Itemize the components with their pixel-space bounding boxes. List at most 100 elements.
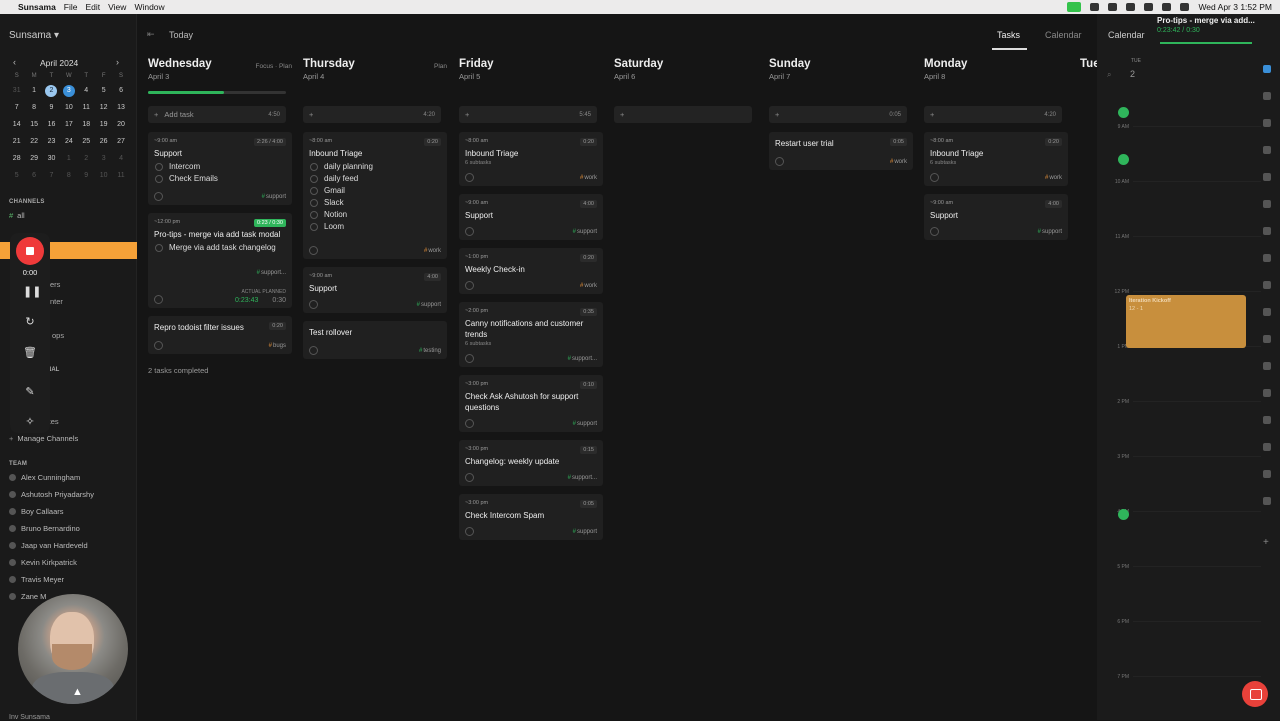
team-member[interactable]: Jaap van Hardeveld: [9, 541, 88, 550]
calendar-day[interactable]: 13: [112, 104, 129, 111]
completed-tasks-toggle[interactable]: 2 tasks completed: [148, 366, 208, 375]
calendar-day[interactable]: 7: [8, 104, 25, 111]
complete-checkbox[interactable]: [930, 173, 939, 182]
task-duration[interactable]: 0:05: [580, 500, 597, 508]
calendar-day[interactable]: 3: [95, 155, 112, 162]
team-member[interactable]: Travis Meyer: [9, 575, 64, 584]
team-member[interactable]: Alex Cunningham: [9, 473, 80, 482]
channel-tag[interactable]: #support: [1038, 229, 1062, 235]
task-card[interactable]: Restart user trial 0:05 #work: [769, 132, 913, 170]
calendar-day[interactable]: 28: [8, 155, 25, 162]
integration-icon[interactable]: [1263, 92, 1271, 100]
task-card[interactable]: ~9:00 am Support 4:00 #support: [303, 267, 447, 313]
complete-checkbox[interactable]: [465, 173, 474, 182]
calendar-day[interactable]: 4: [112, 155, 129, 162]
status-icon[interactable]: [1144, 3, 1154, 11]
day-links[interactable]: Focus · Plan: [256, 63, 293, 70]
stop-recording-button[interactable]: [16, 237, 44, 265]
team-member[interactable]: Ashutosh Priyadarshy: [9, 490, 94, 499]
task-card[interactable]: ~3:00 pm Check Ask Ashutosh for support q…: [459, 375, 603, 432]
calendar-day[interactable]: 29: [25, 155, 42, 162]
complete-checkbox[interactable]: [465, 354, 474, 363]
calendar-app-icon[interactable]: [1263, 65, 1271, 73]
calendar-day[interactable]: 15: [25, 121, 42, 128]
complete-checkbox[interactable]: [465, 227, 474, 236]
task-card[interactable]: ~9:00 am Support 4:00 #support: [924, 194, 1068, 240]
chevron-left-icon[interactable]: ‹: [13, 57, 16, 67]
status-icon[interactable]: [1126, 3, 1136, 11]
complete-checkbox[interactable]: [465, 473, 474, 482]
integration-icon[interactable]: [1263, 146, 1271, 154]
add-task-button[interactable]: +4:20: [303, 106, 441, 123]
calendar-day[interactable]: 10: [95, 172, 112, 179]
channel-tag[interactable]: #work: [580, 283, 597, 289]
task-duration[interactable]: 2:26 / 4:00: [254, 138, 286, 146]
subtask-item[interactable]: Slack: [309, 198, 441, 207]
menu-edit[interactable]: Edit: [86, 2, 101, 12]
calendar-day[interactable]: 6: [112, 87, 129, 94]
checkbox-icon[interactable]: [155, 162, 163, 171]
complete-checkbox[interactable]: [465, 527, 474, 536]
calendar-day[interactable]: 9: [78, 172, 95, 179]
menubar-clock[interactable]: Wed Apr 3 1:52 PM: [1198, 2, 1272, 12]
team-member[interactable]: Bruno Bernardino: [9, 524, 80, 533]
today-button[interactable]: Today: [169, 30, 193, 40]
task-duration[interactable]: 0:20: [580, 254, 597, 262]
calendar-day[interactable]: 7: [43, 172, 60, 179]
calendar-day[interactable]: 12: [95, 104, 112, 111]
integration-icon[interactable]: [1263, 389, 1271, 397]
calendar-day[interactable]: 1: [25, 87, 42, 94]
task-duration[interactable]: 0:20: [269, 321, 286, 330]
integration-icon[interactable]: [1263, 119, 1271, 127]
day-name[interactable]: Monday: [924, 58, 1068, 70]
calendar-day[interactable]: 10: [60, 104, 77, 111]
integration-icon[interactable]: [1263, 227, 1271, 235]
active-timer-widget[interactable]: Pro-tips - merge via add... 0:23:42 / 0:…: [1157, 16, 1279, 46]
day-links[interactable]: Plan: [434, 63, 447, 70]
complete-checkbox[interactable]: [309, 346, 318, 355]
tab-tasks[interactable]: Tasks: [997, 30, 1020, 40]
calendar-day[interactable]: 26: [95, 138, 112, 145]
task-duration[interactable]: 0:05: [890, 138, 907, 146]
chat-support-button[interactable]: [1242, 681, 1268, 707]
subtask-count[interactable]: 6 subtasks: [465, 341, 597, 347]
integration-icon[interactable]: [1263, 470, 1271, 478]
wifi-icon[interactable]: [1162, 3, 1172, 11]
calendar-day[interactable]: 20: [112, 121, 129, 128]
check-icon[interactable]: [1118, 509, 1129, 520]
channel-tag[interactable]: #work: [1045, 175, 1062, 181]
status-icon[interactable]: [1108, 3, 1118, 11]
calendar-event[interactable]: Iteration Kickoff 12 - 1: [1126, 295, 1246, 348]
pencil-icon[interactable]: ✎: [23, 385, 37, 398]
channel-tag[interactable]: #support: [262, 194, 286, 200]
complete-checkbox[interactable]: [154, 340, 163, 350]
calendar-day[interactable]: 22: [25, 138, 42, 145]
search-icon[interactable]: ⌕: [1107, 70, 1111, 80]
team-member[interactable]: Kevin Kirkpatrick: [9, 558, 77, 567]
workspace-switcher[interactable]: Sunsama ▾: [9, 30, 59, 41]
channel-tag[interactable]: #work: [890, 159, 907, 165]
menu-window[interactable]: Window: [134, 2, 164, 12]
task-duration[interactable]: 0:23 / 0:30: [254, 219, 286, 227]
channel-tag[interactable]: #work: [424, 248, 441, 254]
calendar-day[interactable]: 11: [112, 172, 129, 179]
calendar-day[interactable]: 2: [43, 84, 60, 97]
calendar-day[interactable]: 2: [78, 155, 95, 162]
calendar-day[interactable]: 4: [78, 87, 95, 94]
calendar-day[interactable]: 27: [112, 138, 129, 145]
add-task-button[interactable]: + Add task 4:50: [148, 106, 286, 123]
task-duration[interactable]: 0:35: [580, 308, 597, 316]
pause-icon[interactable]: ❚❚: [23, 285, 41, 298]
manage-channels-link[interactable]: + Manage Channels: [9, 434, 78, 443]
subtask-item[interactable]: daily planning: [309, 162, 441, 171]
channel-tag[interactable]: #bugs: [269, 343, 286, 349]
task-duration[interactable]: 0:15: [580, 446, 597, 454]
task-card[interactable]: ~9:00 am Support 2:26 / 4:00 Intercom Check …: [148, 132, 292, 205]
calendar-day[interactable]: 18: [78, 121, 95, 128]
team-member[interactable]: Boy Callaars: [9, 507, 64, 516]
channel-tag[interactable]: #support: [417, 302, 441, 308]
task-card[interactable]: ~9:00 am Support 4:00 #support: [459, 194, 603, 240]
plus-icon[interactable]: +: [1263, 537, 1271, 548]
team-member[interactable]: Zane M: [9, 592, 46, 601]
subtask-item[interactable]: Gmail: [309, 186, 441, 195]
